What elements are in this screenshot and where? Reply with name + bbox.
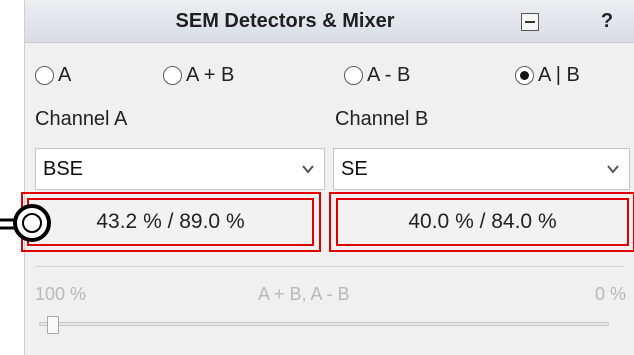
channel-b-detector-select[interactable]: SE xyxy=(333,148,630,190)
panel-title: SEM Detectors & Mixer xyxy=(175,10,395,32)
mixer-scale-right: 0 % xyxy=(595,284,627,304)
channel-a-detector-select[interactable]: BSE xyxy=(35,148,325,190)
channel-b-selected-value: SE xyxy=(341,158,368,180)
channel-b-label: Channel B xyxy=(335,108,429,130)
radio-a-minus-b-label: A - B xyxy=(367,63,411,86)
minimize-button[interactable] xyxy=(521,13,539,31)
channel-a-selected-value: BSE xyxy=(43,158,84,180)
channel-a-values-field[interactable]: 43.2 % / 89.0 % xyxy=(27,198,314,246)
chevron-down-icon xyxy=(302,165,314,174)
mixer-scale-left: 100 % xyxy=(35,284,87,304)
radio-a-circle[interactable] xyxy=(35,65,54,85)
radio-a-plus-b-label: A + B xyxy=(186,63,235,86)
channel-a-label: Channel A xyxy=(35,108,128,130)
radio-a-label: A xyxy=(58,63,72,86)
mixer-slider-track[interactable] xyxy=(39,322,609,326)
mixer-scale-mid: A + B, A - B xyxy=(258,284,350,304)
radio-a-plus-b-circle[interactable] xyxy=(163,65,182,85)
section-divider xyxy=(35,266,625,267)
sem-detectors-mixer-panel: SEM Detectors & Mixer ? A A + B A - B A … xyxy=(21,0,634,355)
channel-b-values-field[interactable]: 40.0 % / 84.0 % xyxy=(336,198,629,246)
mixer-slider-thumb[interactable] xyxy=(47,316,59,334)
radio-a-plus-b[interactable]: A + B xyxy=(163,60,234,90)
radio-a-minus-b[interactable]: A - B xyxy=(344,60,410,90)
radio-a-or-b-circle[interactable] xyxy=(515,65,534,85)
chevron-down-icon xyxy=(607,165,619,174)
radio-a-or-b-label: A | B xyxy=(538,63,580,86)
radio-a-or-b[interactable]: A | B xyxy=(515,60,580,90)
mix-mode-radio-group: A A + B A - B A | B xyxy=(25,60,634,90)
radio-a[interactable]: A xyxy=(35,60,71,90)
help-button[interactable]: ? xyxy=(597,8,617,34)
pointer-marker-circle-icon xyxy=(13,204,51,242)
radio-a-minus-b-circle[interactable] xyxy=(344,65,363,85)
title-bar: SEM Detectors & Mixer ? xyxy=(25,0,634,43)
